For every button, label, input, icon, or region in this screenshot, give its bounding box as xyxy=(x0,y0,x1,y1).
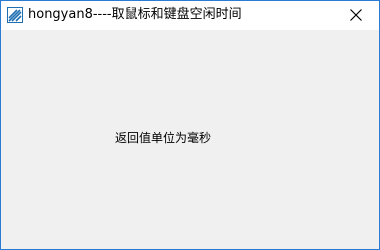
window-title: hongyan8----取鼠标和键盘空闲时间 xyxy=(28,7,242,22)
close-button[interactable] xyxy=(333,1,379,30)
app-window: hongyan8----取鼠标和键盘空闲时间 返回值单位为毫秒 xyxy=(0,0,380,250)
title-bar[interactable]: hongyan8----取鼠标和键盘空闲时间 xyxy=(1,1,379,30)
close-icon xyxy=(350,6,362,25)
app-icon xyxy=(7,7,23,23)
client-area: 返回值单位为毫秒 xyxy=(1,30,379,249)
info-label: 返回值单位为毫秒 xyxy=(115,131,212,145)
